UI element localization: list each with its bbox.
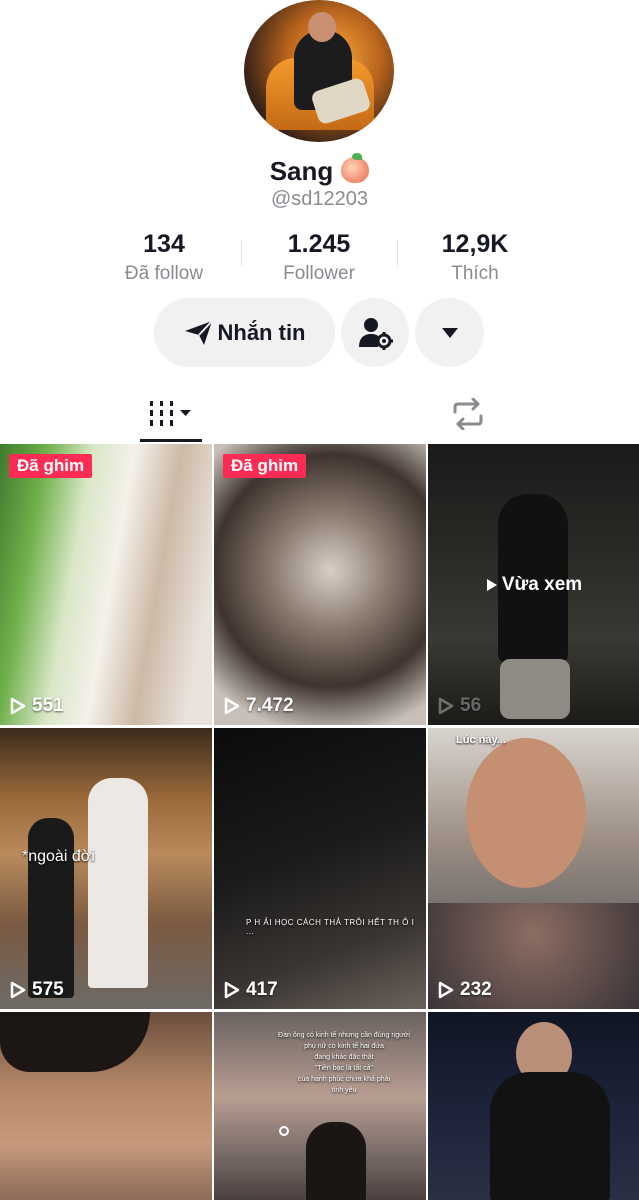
profile-avatar[interactable] xyxy=(244,0,394,142)
tab-videos[interactable] xyxy=(140,385,202,443)
video-thumbnail[interactable]: Đàn ông có kinh tế nhưng cần đúng người … xyxy=(214,1012,426,1200)
pinned-badge: Đã ghim xyxy=(9,454,93,478)
peach-emoji-icon xyxy=(341,153,370,183)
pinned-badge: Đã ghim xyxy=(223,454,307,478)
video-thumbnail[interactable] xyxy=(0,1012,212,1200)
video-caption: P H ẢI HỌC CÁCH THẢ TRÔI HẾT TH Ô I ... xyxy=(246,918,415,936)
active-tab-indicator xyxy=(140,439,202,442)
play-icon xyxy=(486,579,497,591)
more-options-button[interactable] xyxy=(415,298,484,367)
thumbnail-figure xyxy=(500,659,570,719)
stat-likes-label: Thích xyxy=(451,263,499,284)
videos-grid-icon xyxy=(150,401,191,426)
video-caption: *ngoài đời xyxy=(22,848,95,865)
view-count-value: 417 xyxy=(246,979,278,1000)
play-icon xyxy=(438,697,454,715)
view-count: 56 xyxy=(438,695,481,717)
video-thumbnail[interactable]: Vừa xem 56 xyxy=(428,444,639,725)
stat-followers-value: 1.245 xyxy=(287,230,351,258)
view-count-value: 56 xyxy=(460,695,482,716)
user-handle: @sd12203 xyxy=(270,188,369,210)
play-icon xyxy=(224,697,240,715)
add-friend-button[interactable] xyxy=(341,298,409,367)
thumbnail-figure xyxy=(28,818,74,998)
view-count: 575 xyxy=(10,979,64,1001)
loading-indicator-icon xyxy=(279,1126,289,1136)
stat-following[interactable]: 134 Đã follow xyxy=(84,230,244,285)
view-count: 551 xyxy=(10,695,64,717)
thumbnail-figure xyxy=(306,1122,366,1200)
view-count-value: 575 xyxy=(32,979,64,1000)
recently-watched-text: Vừa xem xyxy=(501,574,583,595)
message-button-label: Nhắn tin xyxy=(217,319,306,345)
thumbnail-figure xyxy=(88,778,148,988)
stat-followers[interactable]: 1.245 Follower xyxy=(239,230,399,285)
video-caption: Đàn ông có kinh tế nhưng cần đúng người … xyxy=(278,1032,410,1094)
display-name: Sang xyxy=(0,153,639,187)
stat-likes-value: 12,9K xyxy=(441,230,509,258)
view-count: 417 xyxy=(224,979,278,1001)
play-icon xyxy=(438,981,454,999)
video-thumbnail[interactable]: Đã ghim 551 xyxy=(0,444,212,725)
play-icon xyxy=(10,697,26,715)
repost-icon xyxy=(453,398,483,430)
view-count-value: 551 xyxy=(32,695,64,716)
avatar-head-shape xyxy=(308,12,336,42)
caret-down-icon xyxy=(441,327,458,338)
message-button[interactable]: Nhắn tin xyxy=(154,298,335,367)
tab-repost[interactable] xyxy=(437,385,499,443)
thumbnail-figure xyxy=(0,1012,150,1072)
recently-watched-label: Vừa xem xyxy=(428,574,639,596)
stat-following-label: Đã follow xyxy=(124,263,204,284)
thumbnail-figure xyxy=(490,1072,610,1200)
send-icon xyxy=(184,319,213,345)
stat-likes[interactable]: 12,9K Thích xyxy=(395,230,555,285)
view-count-value: 232 xyxy=(460,979,492,1000)
video-thumbnail[interactable]: *ngoài đời 575 xyxy=(0,728,212,1009)
stat-followers-label: Follower xyxy=(283,263,355,284)
play-icon xyxy=(224,981,240,999)
stat-following-value: 134 xyxy=(143,230,185,258)
video-thumbnail[interactable]: P H ẢI HỌC CÁCH THẢ TRÔI HẾT TH Ô I ... … xyxy=(214,728,426,1009)
play-icon xyxy=(10,981,26,999)
avatar-image xyxy=(244,0,394,142)
view-count: 7.472 xyxy=(224,695,294,717)
video-thumbnail[interactable] xyxy=(428,1012,639,1200)
person-settings-icon xyxy=(359,317,393,350)
view-count-value: 7.472 xyxy=(246,695,294,716)
video-thumbnail[interactable]: Đã ghim 7.472 xyxy=(214,444,426,725)
video-thumbnail[interactable]: Lúc này... 232 xyxy=(428,728,639,1009)
profile-tabs xyxy=(0,385,639,443)
thumbnail-figure xyxy=(466,738,586,888)
view-count: 232 xyxy=(438,979,492,1001)
video-caption: Lúc này... xyxy=(456,734,506,746)
display-name-text: Sang xyxy=(269,156,334,186)
